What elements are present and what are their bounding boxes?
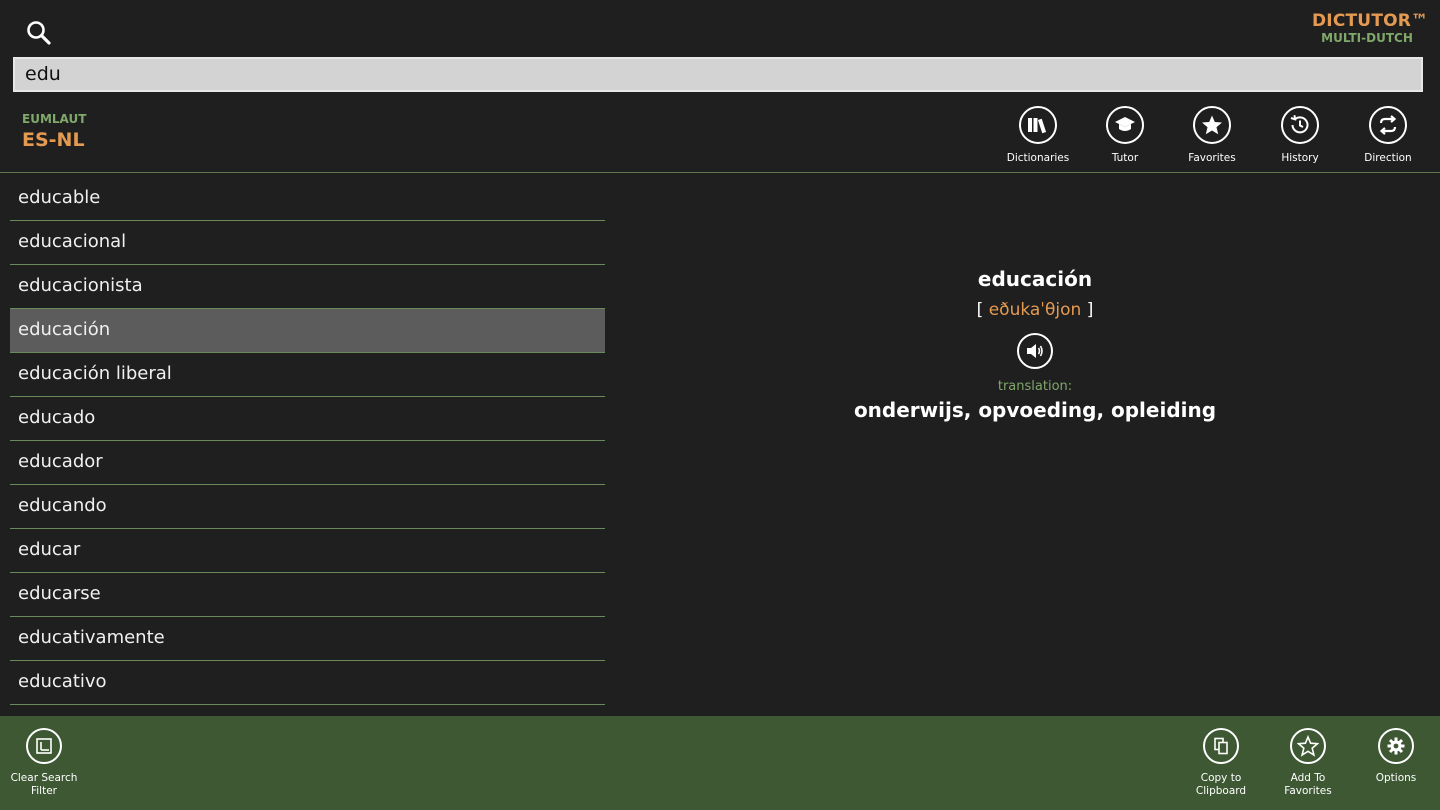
dictionaries-button[interactable]: Dictionaries (998, 106, 1078, 165)
word-list-item[interactable]: educacional (10, 221, 605, 265)
star-outline-icon (1290, 728, 1326, 764)
books-icon (1019, 106, 1057, 144)
word-list-item-label: educarse (18, 583, 101, 604)
clear-filter-icon (26, 728, 62, 764)
favorites-button[interactable]: Favorites (1172, 106, 1252, 165)
word-list-item-label: educacional (18, 231, 127, 252)
favorites-label: Favorites (1188, 152, 1236, 164)
headword: educación (977, 267, 1093, 291)
direction-button[interactable]: Direction (1348, 106, 1428, 165)
word-list-item-label: educador (18, 451, 103, 472)
tutor-label: Tutor (1111, 152, 1139, 164)
word-list-item-label: educado (18, 407, 96, 428)
language-pair: ES-NL (22, 129, 85, 151)
word-list-item-label: educacionista (18, 275, 143, 296)
speaker-icon[interactable] (1017, 333, 1053, 369)
word-list-item[interactable]: educativo (10, 661, 605, 705)
options-label: Options (1375, 772, 1417, 784)
word-list-item-label: educativo (18, 671, 107, 692)
ipa-transcription: eðukaˈθjon (988, 300, 1082, 320)
word-list-item[interactable]: educable (10, 177, 605, 221)
add-to-favorites-button[interactable]: Add To Favorites (1266, 728, 1350, 798)
entry-detail: educación [ eðukaˈθjon ] translation: on… (635, 265, 1435, 423)
word-list-item[interactable]: educación (10, 309, 605, 353)
graduation-cap-icon (1106, 106, 1144, 144)
pronunciation-bracket-open: [ (976, 300, 984, 320)
word-list: educable educacional educacionista educació… (10, 177, 605, 705)
word-list-item[interactable]: educado (10, 397, 605, 441)
gear-icon (1378, 728, 1414, 764)
word-list-item[interactable]: educar (10, 529, 605, 573)
pronunciation-bracket-close: ] (1086, 300, 1094, 320)
tutor-button[interactable]: Tutor (1085, 106, 1165, 165)
word-list-item-label: educar (18, 539, 81, 560)
word-list-item-label: educación (18, 319, 111, 340)
word-list-item-label: educativamente (18, 627, 165, 648)
copy-icon (1203, 728, 1239, 764)
word-list-item[interactable]: educarse (10, 573, 605, 617)
word-list-item[interactable]: educacionista (10, 265, 605, 309)
word-list-item-label: educando (18, 495, 107, 516)
brand-name: DICTUTOR™ (1312, 11, 1429, 31)
dictionaries-label: Dictionaries (1006, 152, 1070, 164)
pronunciation: [ eðukaˈθjon ] (635, 299, 1435, 321)
clear-search-filter-label: Clear Search Filter (10, 772, 78, 797)
word-list-item-label: educación liberal (18, 363, 172, 384)
word-list-item[interactable]: educación liberal (10, 353, 605, 397)
brand-subtitle: MULTI-DUTCH (1321, 31, 1413, 45)
app-logo: DICTUTOR™ MULTI-DUTCH (1312, 11, 1429, 46)
app-bar: Clear Search Filter Copy to Clipboard Ad… (0, 716, 1440, 810)
options-button[interactable]: Options (1354, 728, 1438, 785)
dictionary-name: EUMLAUT (22, 112, 87, 126)
word-list-item[interactable]: educador (10, 441, 605, 485)
clear-search-filter-button[interactable]: Clear Search Filter (2, 728, 86, 798)
dictionary-label: EUMLAUT ES-NL (22, 112, 86, 153)
copy-to-clipboard-button[interactable]: Copy to Clipboard (1179, 728, 1263, 798)
word-list-item[interactable]: educando (10, 485, 605, 529)
word-list-item[interactable]: educativamente (10, 617, 605, 661)
history-label: History (1281, 152, 1319, 164)
copy-to-clipboard-label: Copy to Clipboard (1195, 772, 1247, 797)
star-icon (1193, 106, 1231, 144)
translation-label: translation: (997, 379, 1073, 394)
word-list-item-label: educable (18, 187, 101, 208)
swap-arrows-icon (1369, 106, 1407, 144)
header-divider (0, 172, 1440, 173)
history-clock-icon (1281, 106, 1319, 144)
search-icon[interactable] (24, 18, 54, 48)
direction-label: Direction (1364, 152, 1412, 164)
search-input[interactable]: edu (13, 57, 1423, 92)
add-to-favorites-label: Add To Favorites (1284, 772, 1332, 797)
history-button[interactable]: History (1260, 106, 1340, 165)
translation-text: onderwijs, opvoeding, opleiding (853, 398, 1217, 422)
